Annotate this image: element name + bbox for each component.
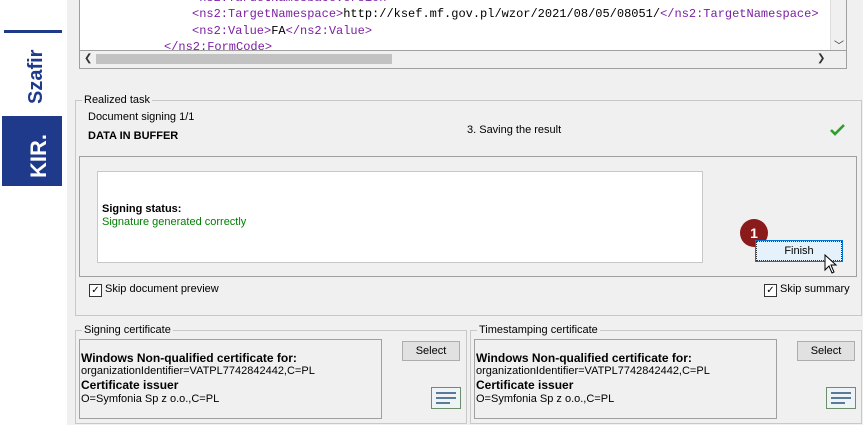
step-label: 3. Saving the result: [467, 124, 562, 136]
vertical-scrollbar[interactable]: ﹀: [830, 0, 846, 52]
xml-tag-open: <ns2:TargetNamespace>: [192, 7, 344, 21]
signing-status-label: Signing status:: [102, 203, 182, 215]
xml-line-namespace: <ns2:TargetNamespace>http://ksef.mf.gov.…: [192, 7, 819, 21]
signing-certificate-legend: Signing certificate: [82, 324, 173, 336]
signing-status-value: Signature generated correctly: [102, 216, 247, 228]
select-signing-cert-button[interactable]: Select: [402, 341, 460, 361]
szafir-logo-text: Szafir: [25, 49, 47, 104]
xml-value: http://ksef.mf.gov.pl/wzor/2021/08/05/08…: [343, 7, 661, 21]
document-signing-label: Document signing 1/1: [88, 111, 195, 123]
scroll-thumb[interactable]: [96, 54, 392, 64]
xml-tag-close: </ns2:Value>: [285, 24, 373, 38]
cert-title: Windows Non-qualified certificate for:: [476, 351, 692, 365]
cert-issuer: O=Symfonia Sp z o.o.,C=PL: [81, 393, 220, 405]
cert-issuer-label: Certificate issuer: [476, 378, 574, 392]
buffer-status: DATA IN BUFFER: [88, 130, 179, 142]
timestamping-certificate-legend: Timestamping certificate: [477, 324, 600, 336]
certificate-icon[interactable]: [826, 387, 856, 409]
skip-preview-label: Skip document preview: [105, 283, 219, 295]
cert-issuer-label: Certificate issuer: [81, 378, 179, 392]
xml-preview[interactable]: <ns2:TargetNamespaceVersion> <ns2:Target…: [79, 0, 847, 51]
signing-certificate-info: Windows Non-qualified certificate for: o…: [79, 339, 382, 419]
timestamping-certificate-info: Windows Non-qualified certificate for: o…: [474, 339, 777, 419]
check-success-icon: [830, 124, 845, 136]
kir-logo: KIR.: [2, 116, 62, 186]
xml-line-value: <ns2:Value>FA</ns2:Value>: [192, 24, 372, 38]
xml-value: FA: [271, 24, 286, 38]
kir-logo-text: KIR.: [26, 134, 51, 178]
cert-subject: organizationIdentifier=VATPL7742842442,C…: [476, 365, 710, 377]
skip-summary-checkbox[interactable]: ✓: [764, 284, 777, 297]
cert-subject: organizationIdentifier=VATPL7742842442,C…: [81, 365, 315, 377]
mouse-cursor-icon: [824, 254, 838, 274]
horizontal-scrollbar[interactable]: ❮ ❯: [79, 50, 847, 69]
xml-tag-open: <ns2:Value>: [192, 24, 272, 38]
xml-line-partial: <ns2:TargetNamespaceVersion>: [192, 0, 394, 1]
skip-preview-checkbox[interactable]: ✓: [89, 284, 102, 297]
brand-divider: [4, 30, 62, 33]
select-timestamping-cert-button[interactable]: Select: [797, 341, 855, 361]
szafir-logo: Szafir: [25, 49, 47, 104]
cert-title: Windows Non-qualified certificate for:: [81, 351, 297, 365]
xml-tag-close: </ns2:TargetNamespace>: [660, 7, 819, 21]
signing-status-box: Signing status: Signature generated corr…: [97, 171, 703, 263]
scroll-left-icon[interactable]: ❮: [84, 53, 92, 64]
scroll-right-icon[interactable]: ❯: [817, 53, 825, 64]
skip-summary-label: Skip summary: [780, 283, 850, 295]
realized-task-legend: Realized task: [82, 94, 153, 106]
cert-issuer: O=Symfonia Sp z o.o.,C=PL: [476, 393, 615, 405]
certificate-icon[interactable]: [431, 387, 461, 409]
